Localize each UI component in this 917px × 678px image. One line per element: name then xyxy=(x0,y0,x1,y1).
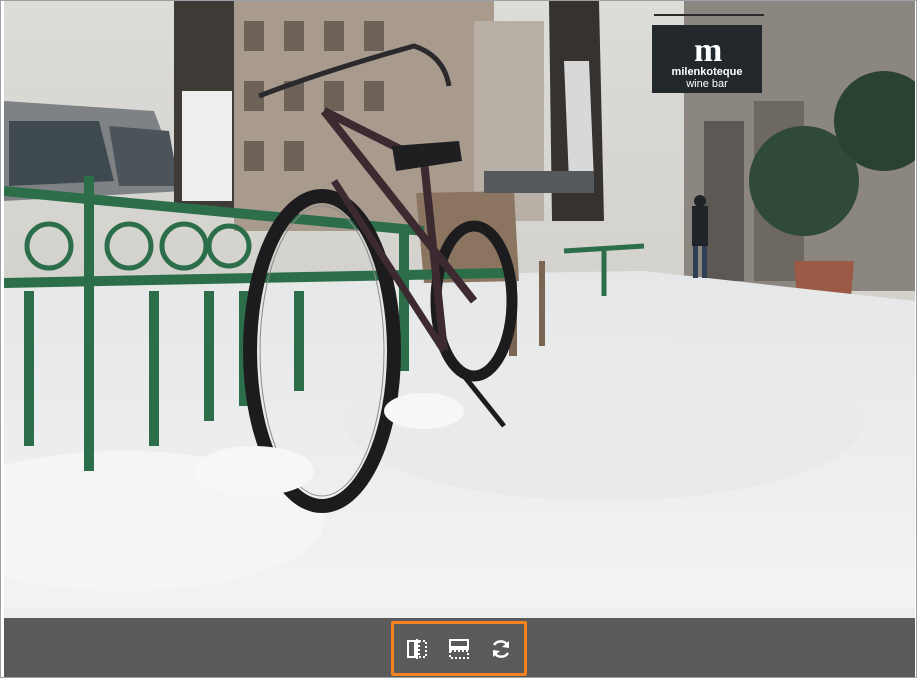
image-footer-strip xyxy=(4,608,915,618)
sign-text-line1: milenkoteque xyxy=(672,66,743,78)
sign-logo: m xyxy=(694,32,722,69)
rotate-icon xyxy=(489,637,513,661)
flip-horizontal-button[interactable] xyxy=(401,633,433,665)
image-editor-window: m milenkoteque wine bar xyxy=(0,0,917,678)
sign-text-line2: wine bar xyxy=(685,78,728,90)
editor-toolbar xyxy=(4,618,915,677)
flip-horizontal-icon xyxy=(405,637,429,661)
transform-tool-group xyxy=(391,621,527,676)
photo-canvas[interactable]: m milenkoteque wine bar xyxy=(4,1,915,608)
snowy-street-photo: m milenkoteque wine bar xyxy=(4,1,915,608)
flip-vertical-icon xyxy=(447,637,471,661)
flip-vertical-button[interactable] xyxy=(443,633,475,665)
rotate-button[interactable] xyxy=(485,633,517,665)
